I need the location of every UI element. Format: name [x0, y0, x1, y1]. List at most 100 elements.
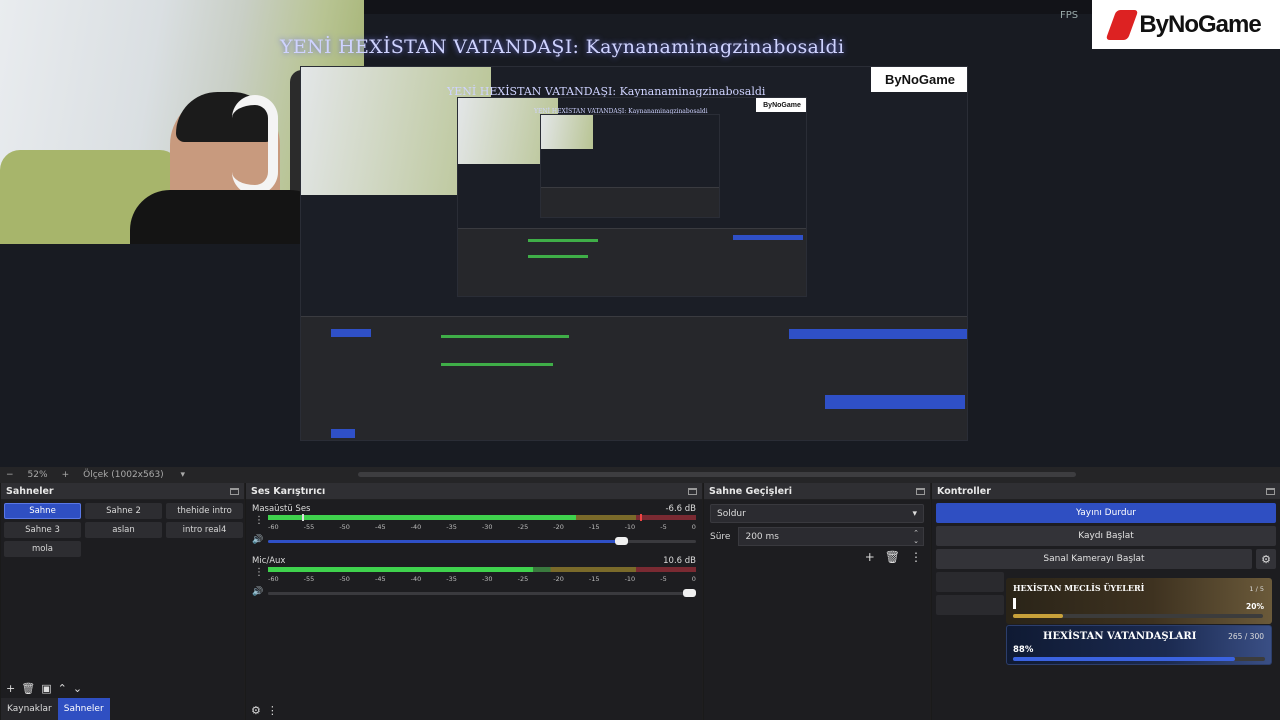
scene-item-aslan[interactable]: aslan — [85, 522, 162, 538]
channel-db: -6.6 dB — [665, 504, 696, 514]
float-icon[interactable] — [688, 487, 697, 495]
move-down-icon[interactable]: ⌄ — [73, 682, 82, 695]
stop-stream-button[interactable]: Yayını Durdur — [936, 503, 1276, 523]
speaker-icon[interactable]: 🔊 — [252, 587, 263, 597]
scale-tick: -60 — [268, 575, 279, 583]
scene-item-thehide-intro[interactable]: thehide intro — [166, 503, 243, 519]
scale-tick: -25 — [517, 523, 529, 531]
follower-banner: YENİ HEXİSTAN VATANDAŞI: Kaynanaminagzin… — [280, 36, 845, 58]
tab-kaynaklar[interactable]: Kaynaklar — [1, 698, 58, 720]
trash-icon[interactable]: 🗑 — [21, 682, 35, 695]
slider-knob[interactable] — [614, 537, 628, 545]
controls-title: Kontroller — [937, 485, 991, 497]
scale-dropdown[interactable]: Ölçek (1002x563) ▾ — [83, 470, 185, 480]
duration-label: Süre — [710, 531, 731, 542]
scale-tick: -35 — [446, 523, 457, 531]
transitions-title: Sahne Geçişleri — [709, 485, 792, 497]
zoom-level: 52% — [27, 470, 48, 480]
studio-mode-button[interactable] — [936, 572, 1004, 592]
meter-peak — [640, 514, 643, 521]
bynogame-logo-mark — [1105, 9, 1139, 40]
scale-tick: -30 — [481, 523, 493, 531]
scene-item-sahne[interactable]: Sahne — [4, 503, 81, 519]
bottom-tabs: Kaynaklar Sahneler — [1, 698, 110, 720]
channel-name: Mic/Aux — [252, 556, 286, 566]
gear-icon[interactable]: ⚙ — [1256, 549, 1276, 569]
spin-arrows-icon[interactable]: ⌃ ⌄ — [913, 529, 919, 545]
transitions-toolbar: + 🗑 ⋮ — [712, 550, 922, 564]
preview-scrollbar[interactable] — [358, 472, 1076, 477]
move-up-icon[interactable]: ⌃ — [58, 682, 67, 695]
mixer-menu-icon[interactable]: ⋮ — [267, 704, 278, 717]
bynogame-logo: ByNoGame — [1092, 0, 1280, 49]
mixer-dock: Ses Karıştırıcı Masaüstü Ses -6.6 dB ⋮ -6… — [245, 483, 702, 720]
scenes-title: Sahneler — [6, 485, 54, 497]
nested-meter-1a — [441, 335, 569, 338]
scale-tick: -40 — [410, 523, 422, 531]
scene-item-sahne-2[interactable]: Sahne 2 — [85, 503, 162, 519]
vatandas-percent: 88% — [1013, 645, 1034, 655]
duration-spinbox[interactable]: 200 ms ⌃ ⌄ — [738, 527, 924, 546]
nested-stream-btn-2 — [733, 235, 803, 240]
zoom-in-icon[interactable]: + — [62, 470, 70, 480]
add-icon[interactable]: + — [6, 682, 15, 695]
menu-icon[interactable]: ⋮ — [910, 550, 922, 564]
start-virtual-camera-button[interactable]: Sanal Kamerayı Başlat — [936, 549, 1252, 569]
preview-canvas[interactable]: YENİ HEXİSTAN VATANDAŞI: Kaynanaminagzin… — [0, 0, 1280, 467]
scale-tick: -5 — [660, 575, 667, 583]
scale-tick: -45 — [374, 523, 386, 531]
duration-value: 200 ms — [745, 531, 779, 542]
mixer-channel-mic: Mic/Aux 10.6 dB ⋮ -60 -55 -50 -45 -40 -35 -30 -2… — [246, 552, 702, 604]
mixer-toolbar: ⚙ ⋮ — [246, 700, 702, 720]
slider-fill — [268, 592, 696, 595]
channel-db: 10.6 dB — [663, 556, 696, 566]
scale-label: Ölçek (1002x563) — [83, 470, 164, 480]
scale-tick: -40 — [410, 575, 422, 583]
transition-select[interactable]: Soldur ▾ — [710, 504, 924, 523]
float-icon[interactable] — [230, 487, 239, 495]
scale-tick: -20 — [553, 523, 564, 531]
meclis-cursor — [1013, 598, 1016, 609]
scale-tick: -45 — [374, 575, 386, 583]
start-recording-button[interactable]: Kaydı Başlat — [936, 526, 1276, 546]
fps-label: FPS — [1060, 10, 1079, 21]
speaker-icon[interactable]: 🔊 — [252, 535, 263, 545]
zoom-out-icon[interactable]: − — [6, 470, 14, 480]
float-icon[interactable] — [1266, 487, 1275, 495]
trash-icon[interactable]: 🗑 — [885, 550, 900, 564]
advanced-audio-icon[interactable]: ⚙ — [251, 704, 261, 717]
channel-menu-icon[interactable]: ⋮ — [254, 567, 264, 578]
slider-fill — [268, 540, 628, 543]
slider-knob[interactable] — [683, 589, 696, 597]
scene-item-intro-real4[interactable]: intro real4 — [166, 522, 243, 538]
nested-dock-3 — [541, 187, 719, 217]
scene-item-sahne-3[interactable]: Sahne 3 — [4, 522, 81, 538]
float-icon[interactable] — [916, 487, 925, 495]
volume-meter — [268, 514, 696, 521]
channel-name: Masaüstü Ses — [252, 504, 311, 514]
filter-icon[interactable]: ▣ — [41, 682, 51, 695]
tab-sahneler[interactable]: Sahneler — [57, 698, 110, 720]
volume-slider[interactable] — [268, 537, 696, 545]
scale-tick: -55 — [303, 575, 315, 583]
nested-stream-btn-1 — [789, 329, 967, 339]
settings-button[interactable] — [936, 595, 1004, 615]
transition-value: Soldur — [717, 508, 746, 519]
nested-dock-1 — [301, 316, 967, 440]
scale-tick: -10 — [624, 523, 636, 531]
mixer-channel-desktop: Masaüstü Ses -6.6 dB ⋮ -60 -55 -50 -45 -40 -35… — [246, 500, 702, 552]
nested-tab-active — [331, 429, 355, 438]
controls-dock: Kontroller Yayını Durdur Kaydı Başlat Sa… — [931, 483, 1280, 720]
scale-tick: -30 — [481, 575, 493, 583]
nested-logo-2: ByNoGame — [756, 98, 806, 112]
scene-item-mola[interactable]: mola — [4, 541, 81, 557]
nested-dock-2 — [458, 228, 806, 296]
volume-slider[interactable] — [268, 589, 696, 597]
nested-scene-active — [331, 329, 371, 337]
meclis-title: HEXİSTAN MECLİS ÜYELERİ — [1013, 583, 1145, 593]
channel-menu-icon[interactable]: ⋮ — [254, 515, 264, 526]
add-icon[interactable]: + — [865, 550, 875, 564]
scale-tick: -50 — [339, 523, 350, 531]
vatandas-progress-fill — [1013, 657, 1235, 661]
scale-tick: -60 — [268, 523, 279, 531]
